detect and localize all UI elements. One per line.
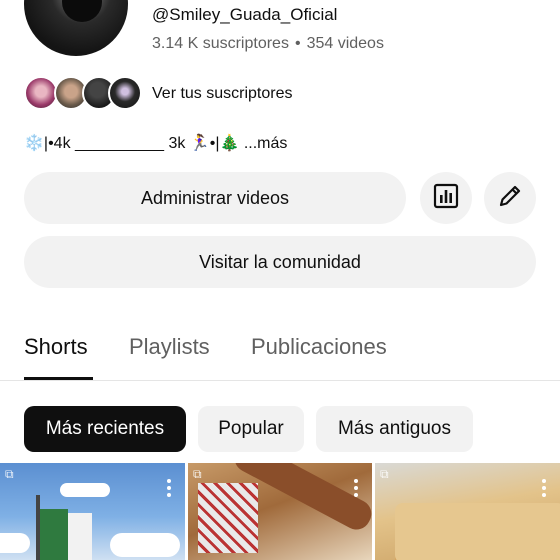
analytics-icon (432, 182, 460, 215)
short-thumbnail[interactable]: ⧉ (188, 463, 372, 560)
manage-videos-button[interactable]: Administrar videos (24, 172, 406, 224)
filter-chip-oldest[interactable]: Más antiguos (316, 406, 473, 452)
more-options-icon[interactable] (167, 479, 171, 497)
tab-playlists[interactable]: Playlists (129, 334, 210, 360)
tabs-divider (0, 380, 560, 381)
video-count: 354 videos (306, 35, 384, 52)
short-thumbnail[interactable]: ⧉ (0, 463, 185, 560)
flag (68, 513, 92, 560)
channel-description[interactable]: ❄️|•4k __________ 3k 🏃‍♀️•|🎄 ...más (24, 133, 287, 153)
tab-posts[interactable]: Publicaciones (251, 334, 387, 360)
filter-chip-recent[interactable]: Más recientes (24, 406, 186, 452)
subscriber-count: 3.14 K suscriptores (152, 35, 289, 52)
edit-channel-button[interactable] (484, 172, 536, 224)
channel-handle: @Smiley_Guada_Oficial (152, 5, 338, 24)
stats-separator: • (294, 35, 301, 52)
short-thumbnail[interactable]: ⧉ (375, 463, 560, 560)
subscriber-avatars[interactable] (24, 76, 144, 112)
cloud (110, 533, 180, 557)
cloud (0, 533, 30, 553)
cloud (60, 483, 110, 497)
channel-stats: 3.14 K suscriptores • 354 videos (152, 35, 384, 53)
cake (395, 503, 560, 560)
visit-community-button[interactable]: Visitar la comunidad (24, 236, 536, 288)
analytics-button[interactable] (420, 172, 472, 224)
flag (40, 509, 68, 560)
shorts-icon: ⧉ (193, 467, 202, 481)
shorts-icon: ⧉ (5, 467, 14, 481)
pencil-icon (496, 182, 524, 215)
filter-chip-popular[interactable]: Popular (198, 406, 304, 452)
more-options-icon[interactable] (354, 479, 358, 497)
tab-shorts[interactable]: Shorts (24, 334, 88, 360)
more-options-icon[interactable] (542, 479, 546, 497)
subscriber-avatar (108, 76, 142, 110)
shorts-icon: ⧉ (380, 467, 389, 481)
channel-avatar[interactable] (24, 0, 128, 56)
cloth (198, 483, 258, 553)
view-subscribers-link[interactable]: Ver tus suscriptores (152, 85, 293, 103)
subscriber-avatar (24, 76, 58, 110)
